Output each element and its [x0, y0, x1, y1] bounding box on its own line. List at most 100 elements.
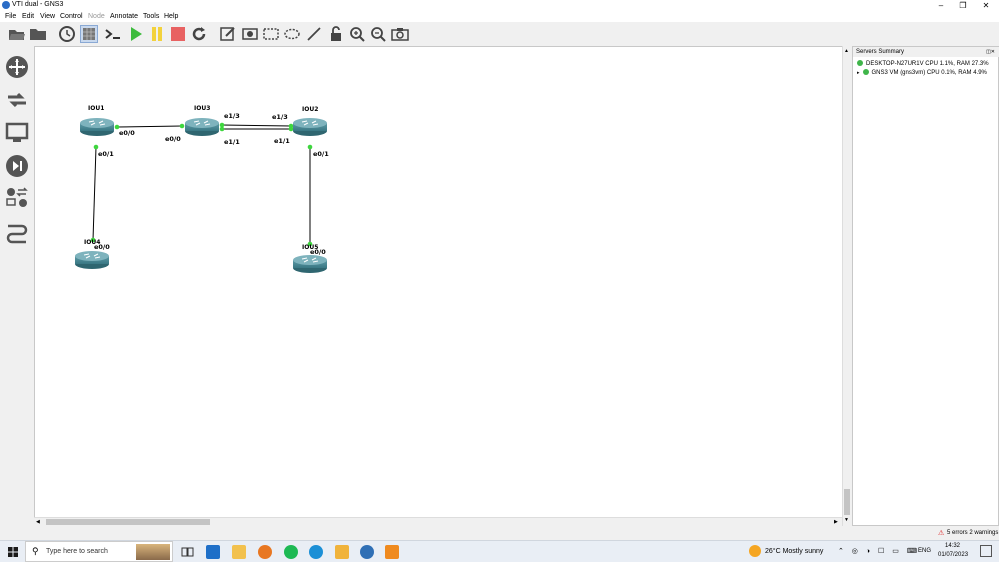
panel-float-close-icon[interactable]: ◫✕ — [986, 49, 995, 55]
scroll-thumb[interactable] — [844, 489, 850, 515]
pause-icon[interactable] — [148, 25, 166, 43]
search-highlight-image — [136, 544, 170, 560]
menu-view[interactable]: View — [40, 13, 55, 20]
open-folder-icon[interactable] — [8, 25, 26, 43]
spotify-icon[interactable] — [284, 545, 298, 559]
end-device-icon[interactable] — [5, 121, 29, 145]
blender-icon[interactable] — [258, 545, 272, 559]
menu-annotate[interactable]: Annotate — [110, 13, 138, 20]
notification-icon[interactable] — [980, 545, 992, 557]
add-link-icon[interactable] — [5, 220, 29, 244]
menu-tools[interactable]: Tools — [143, 13, 159, 20]
taskbar-search-box[interactable]: ⚲ Type here to search — [25, 541, 173, 562]
vertical-scrollbar[interactable]: ▲ ▼ — [842, 46, 851, 526]
device-sidebar — [0, 46, 33, 526]
scroll-up-icon[interactable]: ▲ — [844, 48, 849, 54]
zoom-out-icon[interactable] — [369, 25, 387, 43]
server-item[interactable]: ▸ GNS3 VM (gns3vm) CPU 0.1%, RAM 4.9% — [857, 69, 987, 76]
scroll-left-icon[interactable]: ◀ — [36, 519, 40, 525]
menu-help[interactable]: Help — [164, 13, 178, 20]
window-title: VTI dual - GNS3 — [12, 1, 64, 8]
app-store-icon[interactable] — [206, 545, 220, 559]
line-icon[interactable] — [305, 25, 323, 43]
router-iou4[interactable] — [75, 251, 109, 269]
router-iou1[interactable] — [80, 118, 114, 136]
scroll-right-icon[interactable]: ▶ — [834, 519, 838, 525]
lock-icon[interactable] — [327, 25, 345, 43]
scroll-down-icon[interactable]: ▼ — [844, 517, 849, 523]
port-label: e1/1 — [274, 137, 290, 145]
weather-icon — [749, 545, 761, 557]
minimize-button[interactable]: – — [930, 0, 952, 11]
console-icon[interactable] — [104, 25, 122, 43]
edge-icon[interactable] — [309, 545, 323, 559]
task-view-icon[interactable] — [180, 545, 194, 559]
note-icon[interactable] — [219, 25, 237, 43]
port-label: e0/1 — [98, 150, 114, 158]
servers-summary-panel: Servers Summary ◫✕ DESKTOP-N27UR1V CPU 1… — [852, 46, 999, 526]
horizontal-scrollbar[interactable]: ◀ ▶ — [34, 517, 842, 526]
menu-control[interactable]: Control — [60, 13, 83, 20]
router-iou2[interactable] — [293, 118, 327, 136]
switch-icon[interactable] — [5, 88, 29, 112]
title-bar: VTI dual - GNS3 – ❐ ✕ — [0, 0, 999, 11]
search-icon: ⚲ — [32, 546, 39, 556]
app-icon[interactable] — [385, 545, 399, 559]
security-icon[interactable] — [5, 154, 29, 178]
gns3-taskbar-icon[interactable] — [360, 545, 374, 559]
port-label: e0/0 — [94, 243, 110, 251]
clock-time[interactable]: 14:32 — [945, 543, 960, 549]
folder-icon[interactable] — [29, 25, 47, 43]
port-status-dot — [219, 122, 225, 128]
language-indicator[interactable]: ENG — [918, 548, 931, 554]
port-label: e1/3 — [224, 112, 240, 120]
port-label: e0/0 — [310, 248, 326, 256]
port-label: e0/1 — [313, 150, 329, 158]
snapshot-grid-icon[interactable] — [80, 25, 98, 43]
close-button[interactable]: ✕ — [975, 0, 997, 11]
router-iou5[interactable] — [293, 255, 327, 273]
menu-node[interactable]: Node — [88, 13, 105, 20]
menu-bar: File Edit View Control Node Annotate Too… — [0, 11, 999, 22]
menu-file[interactable]: File — [5, 13, 16, 20]
link-iou3-iou2-a[interactable] — [221, 124, 293, 127]
snip-tool-icon[interactable] — [335, 545, 349, 559]
menu-edit[interactable]: Edit — [22, 13, 34, 20]
port-status-dot — [93, 144, 99, 150]
scroll-thumb[interactable] — [46, 519, 210, 525]
zoom-in-icon[interactable] — [348, 25, 366, 43]
start-icon[interactable] — [127, 25, 145, 43]
ellipse-icon[interactable] — [283, 25, 301, 43]
node-label-iou3: IOU3 — [194, 105, 210, 112]
errors-warnings-text[interactable]: 5 errors 2 warnings — [947, 530, 998, 536]
toolbar — [0, 22, 999, 46]
windows-taskbar: ⚲ Type here to search 26°C Mostly sunny … — [0, 540, 999, 562]
search-placeholder: Type here to search — [46, 548, 108, 555]
image-icon[interactable] — [241, 25, 259, 43]
expand-arrow-icon[interactable]: ▸ — [857, 70, 860, 76]
windows-start-icon[interactable] — [8, 547, 18, 557]
reload-icon[interactable] — [190, 25, 208, 43]
panel-title: Servers Summary — [853, 47, 999, 57]
link-iou1-iou3[interactable] — [116, 125, 183, 128]
restore-button[interactable]: ❐ — [952, 0, 974, 11]
clock-date[interactable]: 01/07/2023 — [938, 552, 968, 558]
weather-text[interactable]: 26°C Mostly sunny — [765, 548, 823, 555]
router-iou3[interactable] — [185, 118, 219, 136]
stop-icon[interactable] — [169, 25, 187, 43]
all-devices-icon[interactable] — [5, 186, 29, 210]
port-status-dot — [288, 126, 294, 132]
port-label: e0/0 — [119, 129, 135, 137]
link-iou1-iou4[interactable] — [92, 146, 97, 241]
clock-icon[interactable] — [58, 25, 76, 43]
port-label: e0/0 — [165, 135, 181, 143]
topology-canvas[interactable]: IOU1 IOU3 IOU2 IOU4 IOU5 e0/0 e0/0 e1/3 … — [34, 46, 850, 526]
server-item[interactable]: DESKTOP-N27UR1V CPU 1.1%, RAM 27.3% — [857, 60, 989, 67]
router-icon[interactable] — [5, 55, 29, 79]
rectangle-icon[interactable] — [262, 25, 280, 43]
port-label: e1/3 — [272, 113, 288, 121]
file-explorer-icon[interactable] — [232, 545, 246, 559]
server-status-icon — [862, 69, 869, 75]
system-tray-icons[interactable]: ⌃ ◎ ◑ ☐ ▭ ⌨ — [838, 547, 920, 555]
screenshot-icon[interactable] — [391, 25, 409, 43]
